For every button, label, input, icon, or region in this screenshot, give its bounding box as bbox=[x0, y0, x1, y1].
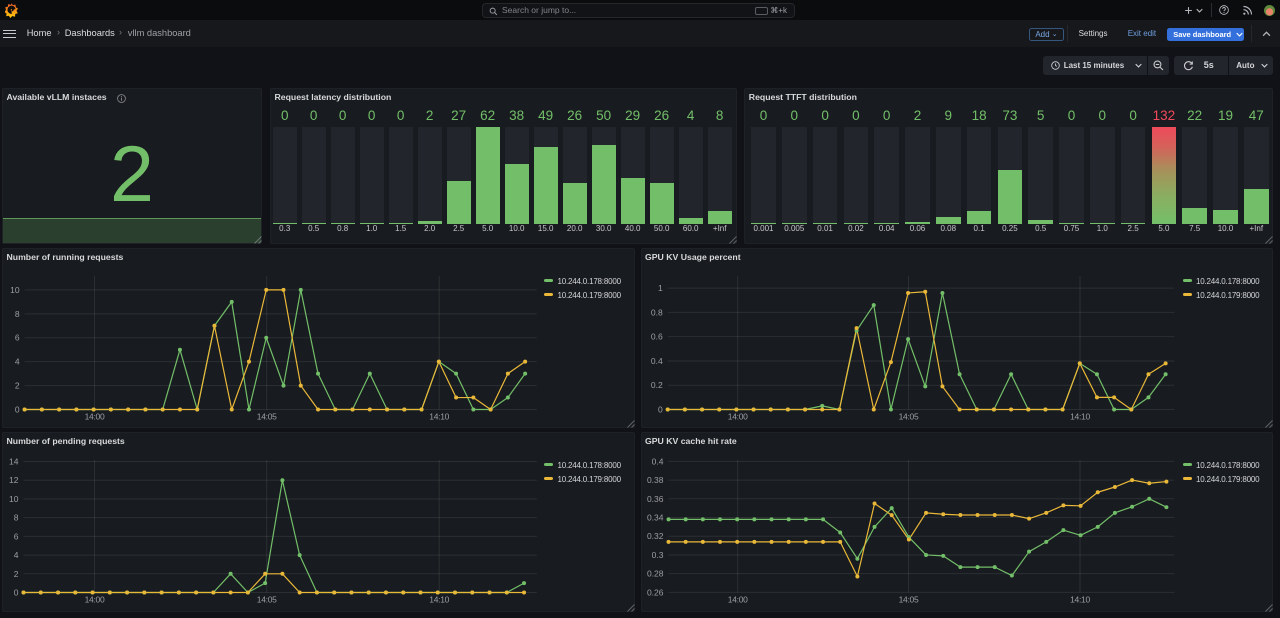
svg-text:14:05: 14:05 bbox=[257, 594, 277, 604]
svg-text:4: 4 bbox=[14, 550, 19, 560]
svg-text:2: 2 bbox=[15, 380, 20, 390]
svg-text:6: 6 bbox=[15, 332, 20, 342]
svg-text:0.6: 0.6 bbox=[650, 331, 662, 341]
svg-text:8: 8 bbox=[14, 512, 19, 522]
svg-text:14:05: 14:05 bbox=[257, 411, 277, 421]
svg-text:8: 8 bbox=[15, 308, 20, 318]
svg-text:14:00: 14:00 bbox=[85, 594, 105, 604]
svg-text:14:10: 14:10 bbox=[1070, 594, 1090, 604]
svg-text:4: 4 bbox=[15, 356, 20, 366]
svg-text:0: 0 bbox=[15, 404, 20, 414]
svg-text:0.38: 0.38 bbox=[646, 475, 663, 485]
svg-text:0: 0 bbox=[657, 404, 662, 414]
svg-text:0: 0 bbox=[14, 587, 19, 597]
svg-text:2: 2 bbox=[14, 568, 19, 578]
svg-text:0.32: 0.32 bbox=[646, 531, 663, 541]
svg-text:14:10: 14:10 bbox=[1070, 411, 1090, 421]
svg-text:0.26: 0.26 bbox=[646, 587, 663, 597]
svg-text:14: 14 bbox=[9, 456, 19, 466]
svg-text:0.4: 0.4 bbox=[650, 355, 662, 365]
svg-text:1: 1 bbox=[657, 283, 662, 293]
svg-text:14:00: 14:00 bbox=[727, 594, 747, 604]
svg-text:0.36: 0.36 bbox=[646, 493, 663, 503]
svg-text:0.2: 0.2 bbox=[650, 380, 662, 390]
svg-text:0.28: 0.28 bbox=[646, 568, 663, 578]
svg-text:12: 12 bbox=[9, 475, 19, 485]
svg-text:14:00: 14:00 bbox=[85, 411, 105, 421]
svg-text:10: 10 bbox=[10, 284, 20, 294]
svg-text:0.4: 0.4 bbox=[651, 456, 663, 466]
svg-text:14:10: 14:10 bbox=[429, 411, 449, 421]
svg-text:14:05: 14:05 bbox=[898, 411, 918, 421]
svg-text:6: 6 bbox=[14, 531, 19, 541]
svg-text:0.8: 0.8 bbox=[650, 307, 662, 317]
svg-text:0.34: 0.34 bbox=[646, 512, 663, 522]
svg-text:14:00: 14:00 bbox=[727, 411, 747, 421]
svg-text:10: 10 bbox=[9, 493, 19, 503]
svg-text:0.3: 0.3 bbox=[651, 549, 663, 559]
svg-text:14:10: 14:10 bbox=[429, 594, 449, 604]
svg-text:14:05: 14:05 bbox=[898, 594, 918, 604]
